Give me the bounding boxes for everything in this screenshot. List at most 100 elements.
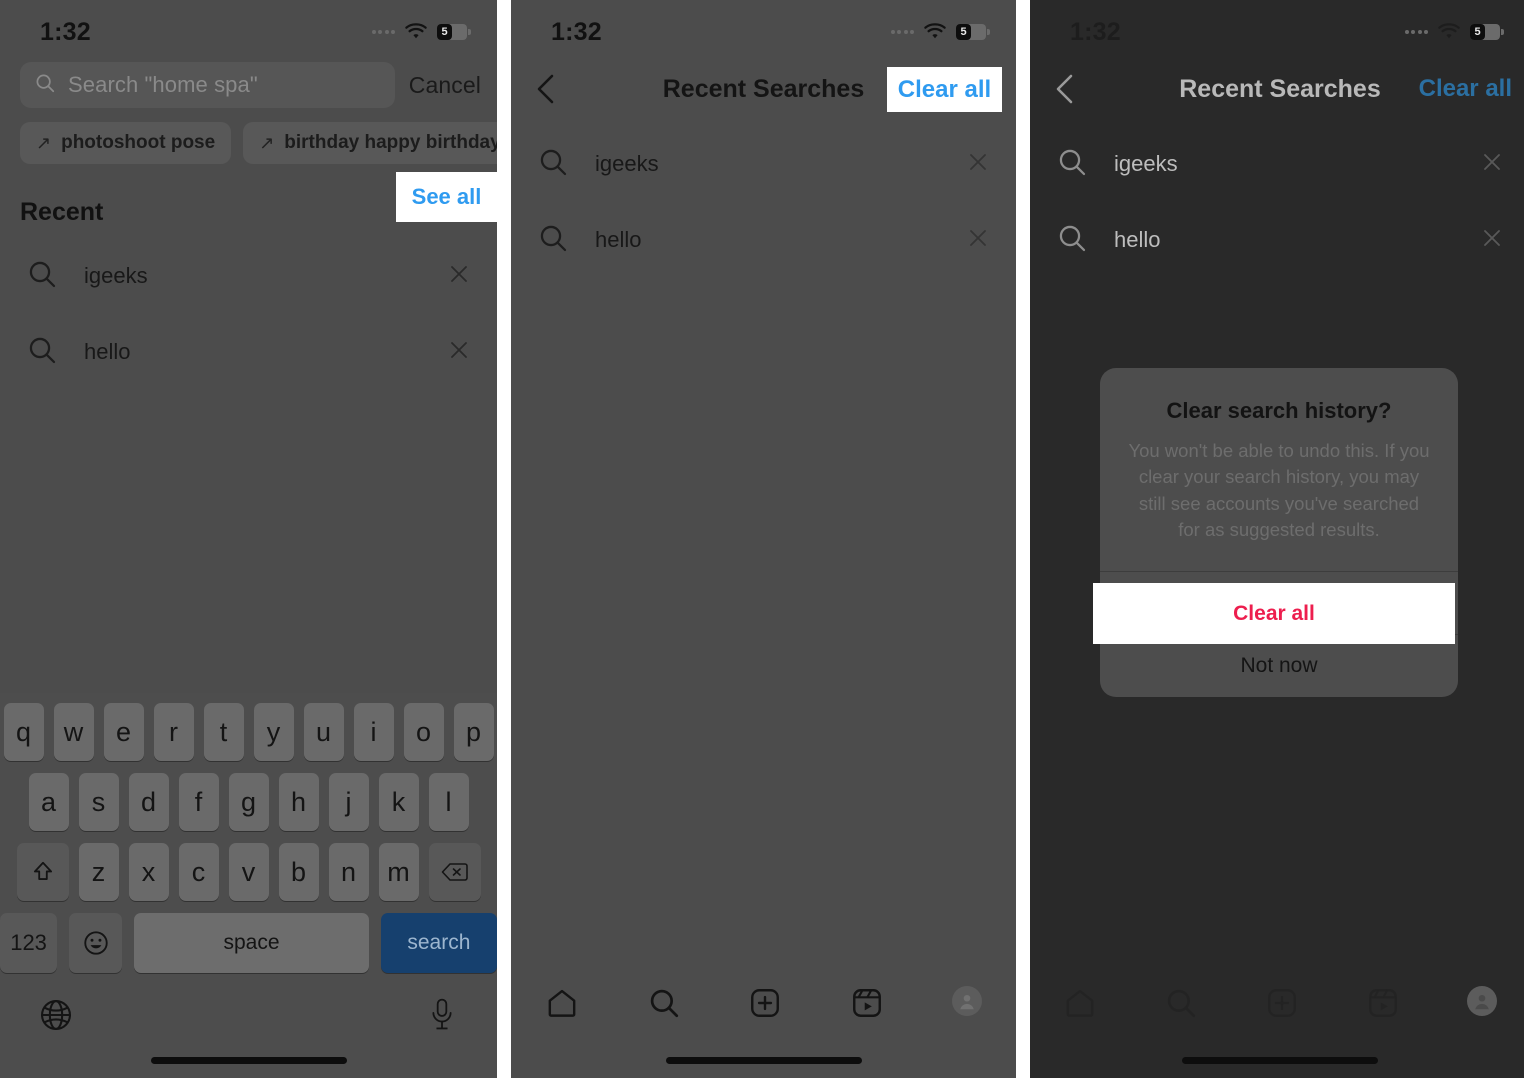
key-f[interactable]: f [178,773,219,831]
suggestion-chip[interactable]: ↗ photoshoot pose [20,122,232,164]
suggestion-chips: ↗ photoshoot pose ↗ birthday happy birth… [0,108,497,164]
battery-level-text: 5 [1474,26,1481,38]
reels-icon[interactable] [850,986,884,1025]
phone-panel-3: 1:32 5 Recent Searches Clear all igeeks … [1030,0,1524,1078]
key-z[interactable]: z [78,843,119,901]
key-d[interactable]: d [128,773,169,831]
key-r[interactable]: r [153,703,194,761]
key-x[interactable]: x [128,843,169,901]
status-bar-indicators: 5 [1404,23,1504,41]
bottom-tab-bar [511,958,1016,1078]
battery-icon: 5 [1470,24,1504,40]
key-g[interactable]: g [228,773,269,831]
arrow-up-right-icon: ↗ [259,132,275,153]
status-bar-indicators: 5 [890,23,990,41]
key-j[interactable]: j [328,773,369,831]
close-icon[interactable] [447,262,471,291]
key-t[interactable]: t [203,703,244,761]
search-icon [1056,222,1088,259]
recent-search-list: igeeks hello [1030,122,1524,278]
dialog-dismiss-button[interactable]: Not now [1100,635,1458,697]
microphone-icon[interactable] [427,997,457,1038]
battery-level-text: 5 [441,26,448,38]
key-i[interactable]: i [353,703,394,761]
key-p[interactable]: p [453,703,494,761]
search-icon[interactable] [647,986,681,1025]
list-item[interactable]: igeeks [511,126,1016,202]
avatar[interactable] [952,986,983,1016]
keyboard-row-4: 123 space search [0,913,497,973]
close-icon[interactable] [966,150,990,179]
search-input[interactable]: Search "home spa" [20,62,395,108]
close-icon[interactable] [1480,226,1504,255]
clear-all-button[interactable]: Clear all [898,76,991,104]
key-numbers[interactable]: 123 [0,913,58,973]
list-item[interactable]: hello [511,202,1016,278]
suggestion-chip[interactable]: ↗ birthday happy birthday reels [243,122,497,164]
list-item[interactable]: igeeks [0,238,497,314]
key-k[interactable]: k [378,773,419,831]
recent-search-list: igeeks hello [511,122,1016,278]
screenshot-stage: 1:32 5 Search "home spa" Cancel ↗ photos… [0,0,1524,1078]
back-button[interactable] [533,72,573,106]
home-indicator [665,1057,862,1064]
list-item-label: hello [595,227,642,252]
avatar[interactable] [1466,986,1497,1016]
plus-square-icon[interactable] [1265,986,1299,1025]
key-space[interactable]: space [134,913,369,973]
emoji-icon[interactable] [69,913,123,973]
search-icon[interactable] [1164,986,1198,1025]
keyboard-row-3: z x c v b n m [0,843,497,901]
list-item[interactable]: igeeks [1030,126,1524,202]
dialog-clear-all-button[interactable]: Clear all [1233,602,1315,626]
key-c[interactable]: c [178,843,219,901]
back-button[interactable] [1052,72,1092,106]
recent-header: Recent See all [0,164,497,234]
key-y[interactable]: y [253,703,294,761]
list-item[interactable]: hello [0,314,497,390]
key-h[interactable]: h [278,773,319,831]
cancel-button[interactable]: Cancel [409,72,481,99]
key-w[interactable]: w [53,703,94,761]
list-item-label: hello [1114,227,1161,252]
key-b[interactable]: b [278,843,319,901]
key-s[interactable]: s [78,773,119,831]
key-search-return[interactable]: search [380,913,497,973]
close-icon[interactable] [1480,150,1504,179]
list-item[interactable]: hello [1030,202,1524,278]
list-item-label: hello [84,339,131,364]
close-icon[interactable] [966,226,990,255]
close-icon[interactable] [447,338,471,367]
backspace-icon[interactable] [428,843,481,901]
keyboard-row-2: a s d f g h j k l [0,773,497,831]
key-e[interactable]: e [103,703,144,761]
chevron-left-icon [537,74,554,104]
wifi-icon [1437,23,1461,41]
key-l[interactable]: l [428,773,469,831]
plus-square-icon[interactable] [748,986,782,1025]
key-o[interactable]: o [403,703,444,761]
dialog-message: You won't be able to undo this. If you c… [1128,440,1430,540]
shift-icon[interactable] [16,843,69,901]
key-a[interactable]: a [28,773,69,831]
recent-search-list: igeeks hello [0,234,497,390]
key-q[interactable]: q [3,703,44,761]
globe-icon[interactable] [38,997,74,1038]
see-all-button[interactable]: See all [412,184,482,210]
key-n[interactable]: n [328,843,369,901]
key-m[interactable]: m [378,843,419,901]
clear-all-button[interactable]: Clear all [1419,75,1512,103]
signal-dots-icon [890,30,914,34]
key-v[interactable]: v [228,843,269,901]
navigation-bar: Recent Searches Clear all [511,56,1016,122]
status-bar-clock: 1:32 [1070,17,1121,46]
reels-icon[interactable] [1366,986,1400,1025]
home-icon[interactable] [1063,986,1097,1025]
phone-panel-1: 1:32 5 Search "home spa" Cancel ↗ photos… [0,0,497,1078]
see-all-highlight: See all [396,172,497,222]
home-icon[interactable] [545,986,579,1025]
search-icon [537,222,569,259]
key-u[interactable]: u [303,703,344,761]
home-indicator [150,1057,347,1064]
list-item-label: igeeks [1114,151,1178,176]
